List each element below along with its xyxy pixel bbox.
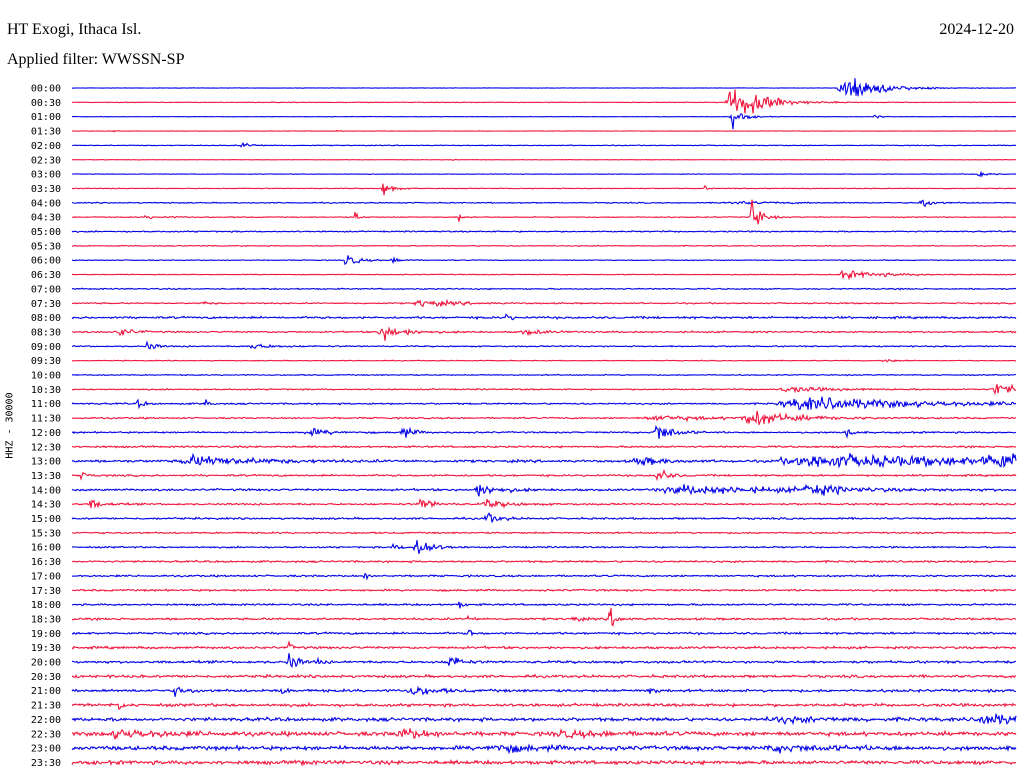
time-tick-label: 04:00 xyxy=(31,198,61,209)
trace-line xyxy=(71,183,1017,196)
time-tick-label: 09:30 xyxy=(31,356,61,367)
time-tick-label: 00:30 xyxy=(31,98,61,109)
time-tick-label: 04:30 xyxy=(31,213,61,224)
trace-line xyxy=(71,373,1017,377)
trace-line xyxy=(71,287,1017,291)
trace-line xyxy=(72,158,1017,161)
time-tick-label: 11:00 xyxy=(31,399,61,410)
trace-line xyxy=(71,673,1017,680)
trace-line xyxy=(71,531,1017,535)
time-tick-label: 13:00 xyxy=(31,457,61,468)
time-tick-label: 09:00 xyxy=(31,342,61,353)
time-tick-label: 18:30 xyxy=(31,614,61,625)
time-tick-label: 07:00 xyxy=(31,284,61,295)
trace-line xyxy=(71,743,1017,755)
trace-line xyxy=(71,540,1017,554)
time-tick-label: 12:00 xyxy=(31,428,61,439)
time-tick-label: 20:00 xyxy=(31,658,61,669)
time-tick-label: 16:00 xyxy=(31,543,61,554)
time-tick-label: 22:00 xyxy=(31,715,61,726)
time-tick-label: 17:30 xyxy=(31,586,61,597)
trace-line xyxy=(71,483,1017,497)
trace-line xyxy=(71,588,1017,593)
trace-line xyxy=(71,298,1017,308)
trace-line xyxy=(71,326,1017,341)
trace-line xyxy=(71,452,1017,469)
time-tick-label: 17:00 xyxy=(31,571,61,582)
time-tick-label: 00:00 xyxy=(31,84,61,95)
trace-line xyxy=(71,141,1017,148)
time-tick-label: 21:00 xyxy=(31,686,61,697)
time-tick-label: 06:30 xyxy=(31,270,61,281)
time-tick-label: 08:00 xyxy=(31,313,61,324)
time-tick-label: 15:00 xyxy=(31,514,61,525)
trace-line xyxy=(71,358,1017,363)
trace-line xyxy=(71,512,1017,523)
time-tick-label: 10:00 xyxy=(31,371,61,382)
trace-line xyxy=(71,685,1017,697)
time-tick-label: 02:30 xyxy=(31,155,61,166)
time-tick-label: 15:30 xyxy=(31,528,61,539)
time-tick-label: 10:30 xyxy=(31,385,61,396)
time-tick-label: 21:30 xyxy=(31,701,61,712)
trace-line xyxy=(71,469,1017,482)
trace-line xyxy=(71,244,1017,248)
trace-line xyxy=(71,572,1017,581)
trace-line xyxy=(71,340,1017,350)
trace-line xyxy=(71,78,1017,97)
time-tick-label: 19:00 xyxy=(31,629,61,640)
trace-line xyxy=(71,559,1017,564)
trace-line xyxy=(71,89,1017,114)
trace-line xyxy=(71,199,1017,208)
trace-line xyxy=(71,410,1017,426)
trace-line xyxy=(71,701,1017,711)
trace-line xyxy=(71,170,1016,178)
time-tick-label: 01:30 xyxy=(31,127,61,138)
trace-line xyxy=(71,113,1017,130)
time-tick-label: 23:00 xyxy=(31,744,61,755)
trace-line xyxy=(71,653,1017,668)
trace-line xyxy=(71,640,1017,651)
time-tick-label: 14:00 xyxy=(31,485,61,496)
trace-line xyxy=(71,424,1017,439)
time-tick-label: 05:30 xyxy=(31,241,61,252)
trace-line xyxy=(71,498,1017,509)
time-tick-label: 20:30 xyxy=(31,672,61,683)
time-tick-label: 03:00 xyxy=(31,170,61,181)
seismic-traces xyxy=(71,78,1017,767)
trace-line xyxy=(71,255,1017,266)
time-tick-labels: 00:00 00:30 01:00 01:30 02:00 02:30 03:00 03:30… xyxy=(31,84,61,769)
time-tick-label: 14:30 xyxy=(31,500,61,511)
time-tick-label: 18:00 xyxy=(31,600,61,611)
trace-line xyxy=(71,758,1017,767)
time-tick-label: 01:00 xyxy=(31,112,61,123)
trace-line xyxy=(71,229,1017,234)
time-tick-label: 07:30 xyxy=(31,299,61,310)
time-tick-label: 22:30 xyxy=(31,729,61,740)
time-tick-label: 19:30 xyxy=(31,643,61,654)
trace-line xyxy=(71,601,1017,609)
time-tick-label: 06:00 xyxy=(31,256,61,267)
trace-line xyxy=(71,629,1017,637)
helicorder-plot: 00:00 00:30 01:00 01:30 02:00 02:30 03:00 03:30… xyxy=(31,78,1017,769)
time-tick-label: 12:30 xyxy=(31,442,61,453)
trace-line xyxy=(71,199,1017,225)
time-tick-label: 03:30 xyxy=(31,184,61,195)
trace-line xyxy=(71,313,1017,321)
trace-line xyxy=(71,383,1017,396)
time-tick-label: 16:30 xyxy=(31,557,61,568)
time-tick-label: 02:00 xyxy=(31,141,61,152)
time-tick-label: 13:30 xyxy=(31,471,61,482)
time-tick-label: 23:30 xyxy=(31,758,61,769)
trace-line xyxy=(71,727,1017,740)
trace-line xyxy=(71,713,1017,726)
trace-line xyxy=(71,444,1017,449)
time-tick-label: 11:30 xyxy=(31,414,61,425)
trace-line xyxy=(71,396,1017,410)
time-tick-label: 05:00 xyxy=(31,227,61,238)
trace-line xyxy=(71,607,1017,627)
time-tick-label: 08:30 xyxy=(31,327,61,338)
trace-line xyxy=(71,129,1017,133)
trace-line xyxy=(71,269,1017,281)
